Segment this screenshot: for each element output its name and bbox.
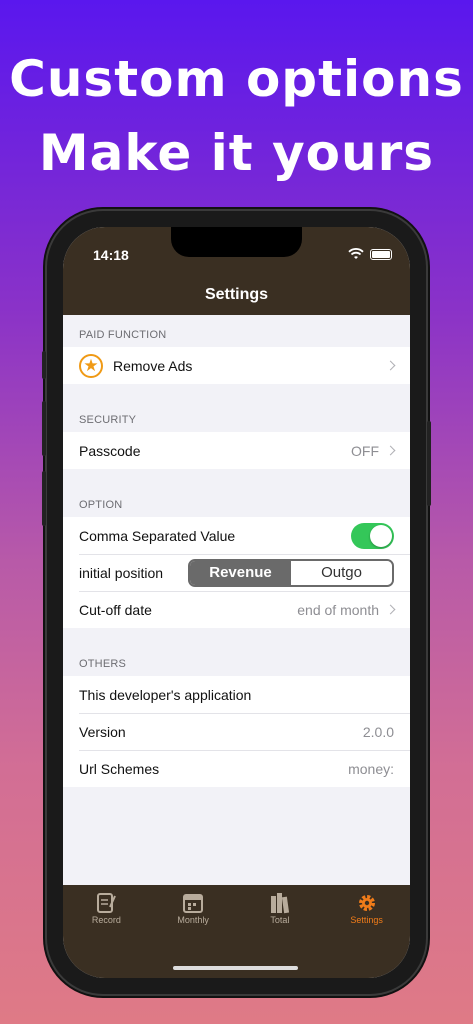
group-paid: ★ Remove Ads [63, 347, 410, 384]
app-screen: 14:18 Settings PAID FUNCTION ★ Remove Ad… [63, 227, 410, 978]
tab-settings[interactable]: Settings [323, 885, 410, 978]
chevron-right-icon [385, 445, 396, 456]
promo-headline-2: Make it yours [38, 124, 435, 182]
status-icons [348, 248, 392, 260]
cutoff-date-value: end of month [297, 601, 379, 618]
group-security: Passcode OFF [63, 432, 410, 469]
nav-title: Settings [63, 279, 410, 315]
notch [171, 227, 302, 257]
group-option: Comma Separated Value initial position R… [63, 517, 410, 628]
wifi-icon [348, 248, 364, 259]
remove-ads-row[interactable]: ★ Remove Ads [63, 347, 410, 384]
record-icon [97, 893, 117, 913]
chevron-right-icon [385, 604, 396, 615]
phone-frame: 14:18 Settings PAID FUNCTION ★ Remove Ad… [42, 211, 431, 994]
passcode-value: OFF [351, 442, 379, 459]
tab-bar: Record Monthly Total Settings [63, 885, 410, 978]
version-row: Version 2.0.0 [63, 713, 410, 750]
volume-down-button [42, 471, 46, 526]
cutoff-date-label: Cut-off date [79, 601, 152, 618]
tab-monthly-label: Monthly [177, 915, 209, 925]
section-header-security: SECURITY [79, 414, 137, 426]
tab-settings-label: Settings [350, 915, 383, 925]
cutoff-date-row[interactable]: Cut-off date end of month [63, 591, 410, 628]
power-button [427, 421, 431, 506]
battery-icon [370, 248, 392, 260]
segment-revenue[interactable]: Revenue [190, 560, 291, 585]
version-label: Version [79, 723, 126, 740]
group-others: This developer's application Version 2.0… [63, 676, 410, 787]
url-schemes-label: Url Schemes [79, 760, 160, 777]
initial-position-row: initial position Revenue Outgo [63, 554, 410, 591]
books-icon [270, 893, 289, 914]
mute-switch [42, 351, 46, 379]
tab-monthly[interactable]: Monthly [150, 885, 237, 978]
developer-apps-row[interactable]: This developer's application [63, 676, 410, 713]
initial-position-segmented-control: Revenue Outgo [188, 558, 394, 587]
url-schemes-row: Url Schemes money: [63, 750, 410, 787]
gear-icon [358, 895, 375, 911]
volume-up-button [42, 401, 46, 456]
star-icon: ★ [79, 353, 103, 378]
passcode-label: Passcode [79, 442, 141, 459]
tab-total-label: Total [270, 915, 290, 925]
url-schemes-value: money: [348, 760, 394, 777]
calendar-icon [183, 894, 204, 913]
home-indicator [173, 966, 298, 970]
csv-toggle[interactable] [351, 522, 394, 549]
remove-ads-label: Remove Ads [113, 357, 193, 374]
csv-label: Comma Separated Value [79, 527, 236, 544]
segment-outgo[interactable]: Outgo [291, 560, 392, 585]
section-header-paid: PAID FUNCTION [79, 329, 167, 341]
csv-row: Comma Separated Value [63, 517, 410, 554]
section-header-others: OTHERS [79, 658, 127, 670]
status-bar: 14:18 [63, 227, 410, 279]
tab-record-label: Record [91, 915, 121, 925]
chevron-right-icon [385, 360, 396, 371]
initial-position-label: initial position [79, 564, 164, 581]
status-time: 14:18 [93, 247, 129, 263]
developer-apps-label: This developer's application [79, 686, 252, 703]
passcode-row[interactable]: Passcode OFF [63, 432, 410, 469]
tab-total[interactable]: Total [237, 885, 324, 978]
tab-record[interactable]: Record [63, 885, 150, 978]
section-header-option: OPTION [79, 499, 123, 511]
promo-headline-1: Custom options [9, 50, 464, 108]
settings-list: PAID FUNCTION ★ Remove Ads SECURITY Pass… [63, 315, 410, 787]
version-value: 2.0.0 [362, 723, 394, 740]
